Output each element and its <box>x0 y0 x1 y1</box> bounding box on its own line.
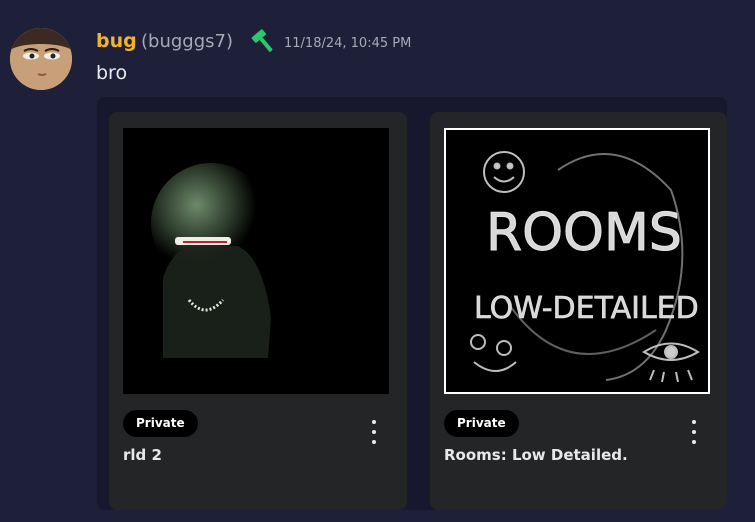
more-options-icon[interactable] <box>689 420 699 444</box>
thumbnail-text-low-detailed: LOW-DETAILED <box>474 291 699 326</box>
message-timestamp[interactable]: 11/18/24, 10:45 PM <box>284 36 411 51</box>
gavel-icon <box>251 29 273 52</box>
user-avatar[interactable] <box>10 28 72 90</box>
private-badge: Private <box>123 410 198 437</box>
thumbnail-text-rooms: ROOMS <box>486 203 682 263</box>
game-thumbnail[interactable]: ROOMS LOW-DETAILED <box>444 128 710 394</box>
private-badge: Private <box>444 410 519 437</box>
game-title[interactable]: rld 2 <box>123 446 162 464</box>
game-title[interactable]: Rooms: Low Detailed. <box>444 446 628 464</box>
game-card[interactable]: Private rld 2 <box>109 112 407 510</box>
user-handle: (bugggs7) <box>141 31 233 52</box>
more-options-icon[interactable] <box>369 420 379 444</box>
message-text: bro <box>96 62 128 84</box>
game-card[interactable]: ROOMS LOW-DETAILED Private Rooms: Low De… <box>430 112 727 510</box>
username[interactable]: bug <box>96 30 137 52</box>
game-thumbnail[interactable] <box>123 128 389 394</box>
